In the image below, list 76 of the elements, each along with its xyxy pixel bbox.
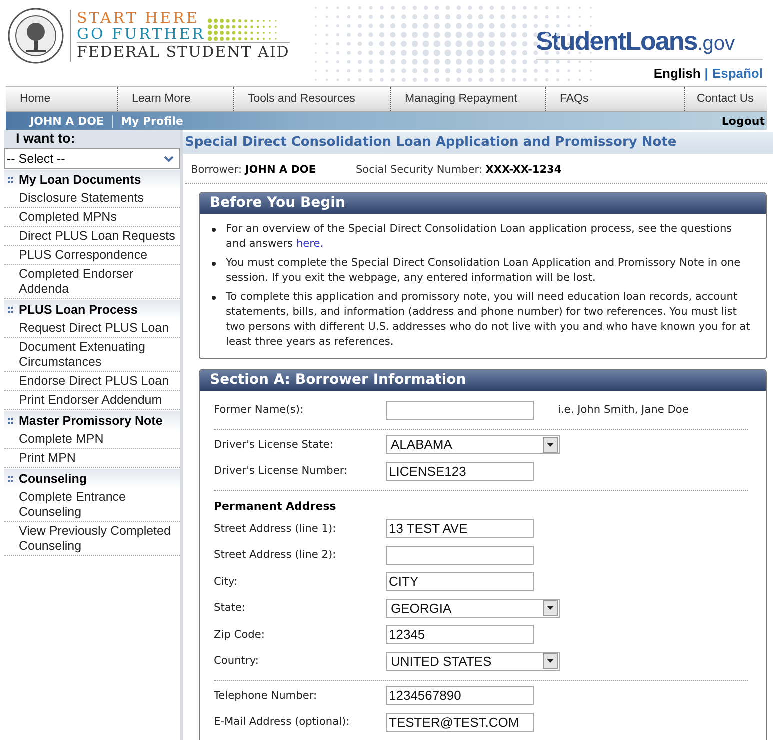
field-label: State:	[214, 602, 247, 614]
sidebar-link[interactable]: Disclosure Statements	[4, 189, 180, 208]
page-title: Special Direct Consolidation Loan Application and Promissory Note	[183, 132, 773, 154]
sidebar-link[interactable]: Complete Entrance Counseling	[4, 488, 180, 522]
instruction-text: You must complete the Special Direct Consolidation Loan Application and Promissory Note in one session. If you exit the webpage, any entered information will be lost.	[226, 256, 742, 286]
panel-title: Section A: Borrower Information	[200, 370, 766, 391]
sidebar-link[interactable]: Endorse Direct PLUS Loan	[4, 372, 180, 391]
sidebar-link[interactable]: Direct PLUS Loan Requests	[4, 227, 180, 246]
grip-icon	[8, 418, 13, 424]
sidebar-link[interactable]: Print MPN	[4, 449, 180, 468]
seal-icon	[8, 8, 64, 64]
logout-link[interactable]: Logout	[722, 114, 767, 128]
sidebar-link[interactable]: Document Extenuating Circumstances	[4, 338, 180, 372]
nav-tab[interactable]: Tools and Resources	[234, 87, 391, 111]
sidebar-group-title: Master Promissory Note	[19, 414, 163, 428]
field-label: City:	[214, 576, 239, 588]
sidebar-heading: I want to:	[4, 130, 180, 148]
field-label: Telephone Number:	[214, 690, 318, 702]
nav-tab[interactable]: Managing Repayment	[391, 87, 546, 111]
ssn-info: Social Security Number: XXX-XX-1234	[356, 164, 562, 176]
nav-tab[interactable]: Home	[6, 87, 118, 111]
field-label: Zip Code:	[214, 628, 266, 641]
sidebar-group-title: Counseling	[19, 472, 88, 486]
dropdown-field[interactable]: ALABAMA	[386, 435, 560, 454]
sidebar-group-title: My Loan Documents	[19, 173, 142, 187]
separator: |	[704, 66, 708, 81]
action-select[interactable]: -- Select --	[4, 148, 180, 169]
sidebar-link[interactable]: View Previously Completed Counseling	[4, 522, 180, 556]
text-field[interactable]	[386, 546, 534, 565]
sidebar-link[interactable]: PLUS Correspondence	[4, 246, 180, 265]
logo-tagline: START HERE	[77, 10, 200, 26]
field-label: Former Name(s):	[214, 404, 305, 416]
bullet-icon	[212, 262, 216, 266]
field-label: Driver's License State:	[214, 438, 334, 451]
nav-tab[interactable]: FAQs	[546, 87, 685, 111]
sidebar-link[interactable]: Completed Endorser Addenda	[4, 265, 180, 299]
text-field[interactable]: CITY	[386, 572, 534, 592]
field-label: Driver's License Number:	[214, 465, 349, 478]
sidebar-link[interactable]: Complete MPN	[4, 430, 180, 449]
text-field[interactable]: 1234567890	[386, 686, 534, 706]
logo-tagline: GO FURTHER	[77, 26, 206, 42]
dropdown-field[interactable]: UNITED STATES	[386, 652, 560, 671]
text-field[interactable]: 13 TEST AVE	[386, 519, 534, 538]
text-field[interactable]: TESTER@TEST.COM	[386, 712, 534, 732]
field-hint: i.e. John Smith, Jane Doe	[558, 404, 689, 416]
field-label: Street Address (line 2):	[214, 549, 338, 562]
nav-tab[interactable]: Learn More	[118, 87, 234, 111]
grip-icon	[8, 176, 13, 184]
bullet-icon	[212, 228, 216, 232]
bullet-icon	[212, 296, 216, 300]
form-subheading: Permanent Address	[214, 498, 338, 514]
grip-icon	[8, 306, 13, 314]
field-label: Street Address (line 1):	[214, 522, 338, 535]
language-link[interactable]: English	[654, 66, 701, 81]
panel-title: Before You Begin	[200, 193, 766, 214]
site-logo[interactable]: StudentLoans.gov	[536, 26, 763, 60]
sidebar-link[interactable]: Request Direct PLUS Loan	[4, 319, 180, 338]
sidebar-link[interactable]: Print Endorser Addendum	[4, 391, 180, 410]
field-label: Country:	[214, 655, 260, 668]
nav-tab[interactable]: Contact Us	[685, 87, 767, 111]
logo-name: FEDERAL STUDENT AID	[77, 42, 290, 62]
language-link[interactable]: Español	[712, 66, 763, 81]
field-label: E-Mail Address (optional):	[214, 716, 351, 728]
dropdown-field[interactable]: GEORGIA	[386, 598, 560, 618]
sidebar-group-title: PLUS Loan Process	[19, 303, 138, 317]
borrower-info: Borrower: JOHN A DOE	[191, 164, 316, 176]
text-field[interactable]	[386, 400, 534, 420]
here-link[interactable]: here.	[296, 238, 324, 250]
chevron-down-icon	[164, 154, 174, 162]
instruction-text: For an overview of the Special Direct Consolidation Loan application process, see the questions and answers here.	[226, 222, 734, 252]
grip-icon	[8, 476, 13, 482]
user-name-link[interactable]: JOHN A DOE	[6, 114, 112, 128]
text-field[interactable]: 12345	[386, 625, 534, 644]
sidebar-link[interactable]: Completed MPNs	[4, 208, 180, 227]
instruction-text: To complete this application and promissory note, you will need education loan records, account statements, bills, and information (address and phone number) for two references. You must list two persons with different U.S. addresses who do not live with you and who have known you for at least three years as references.	[226, 290, 752, 350]
text-field[interactable]: LICENSE123	[386, 462, 534, 481]
